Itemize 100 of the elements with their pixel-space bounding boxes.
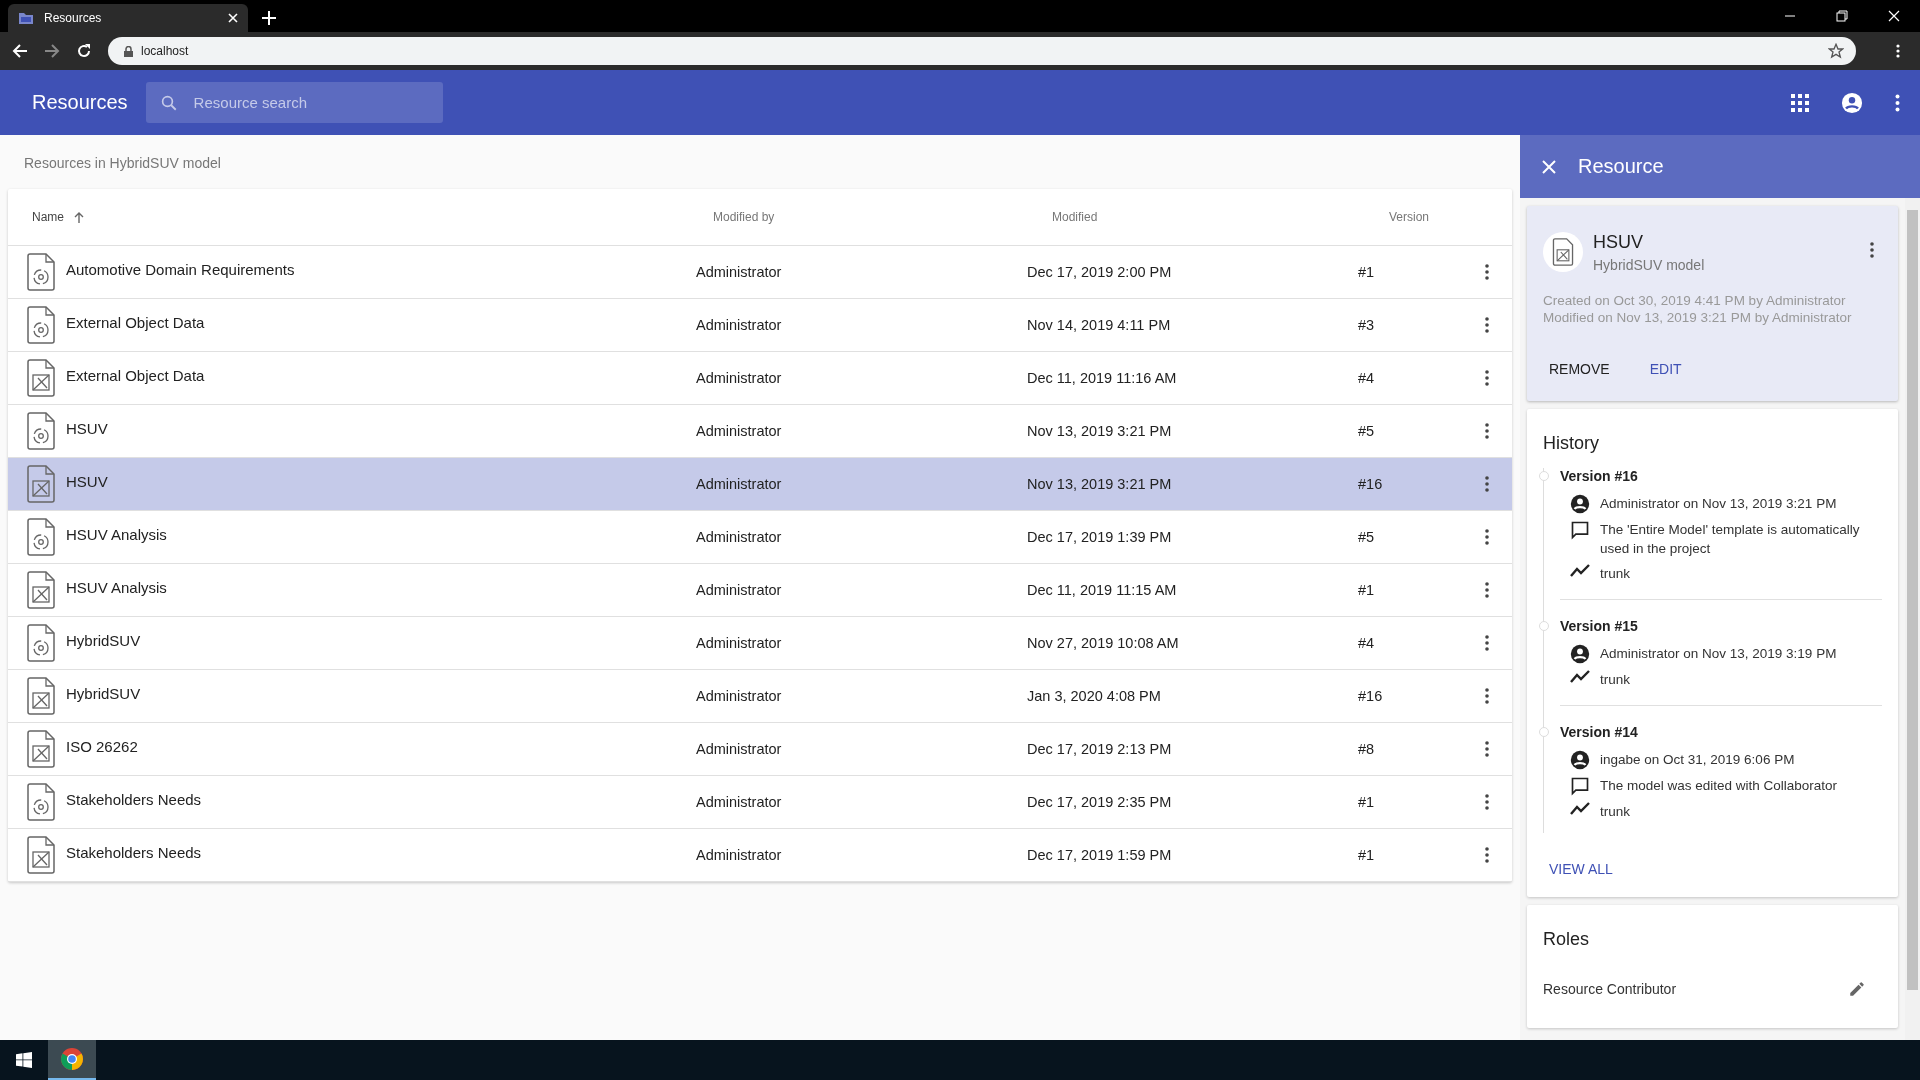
version-label: Version #14 <box>1560 724 1639 740</box>
created-info: Created on Oct 30, 2019 4:41 PM by Administrator <box>1543 293 1847 308</box>
account-icon[interactable] <box>1841 91 1863 114</box>
pencil-icon[interactable] <box>1848 980 1866 998</box>
more-icon[interactable] <box>1485 476 1489 492</box>
more-icon[interactable] <box>1896 44 1900 58</box>
close-icon[interactable] <box>1888 10 1900 22</box>
model-file-icon <box>26 624 56 662</box>
history-detail: The 'Entire Model' template is automatically used in the project <box>1600 521 1861 558</box>
forward-icon[interactable] <box>44 43 60 59</box>
column-header[interactable]: Version <box>1389 210 1430 224</box>
table-cell: Dec 17, 2019 2:13 PM <box>1027 741 1172 757</box>
browser-tab[interactable]: Resources <box>8 4 248 32</box>
table-row[interactable]: ISO 26262 Administrator Dec 17, 2019 2:13 PM #8 <box>8 723 1512 776</box>
more-icon[interactable] <box>1485 317 1489 333</box>
table-row[interactable]: HSUV Analysis Administrator Dec 11, 2019 11:15 AM #1 <box>8 564 1512 617</box>
search-icon <box>159 93 178 112</box>
resource-name: Automotive Domain Requirements <box>66 260 295 278</box>
history-detail: Administrator on Nov 13, 2019 3:19 PM <box>1600 645 1838 663</box>
more-icon[interactable] <box>1870 242 1874 258</box>
taskbar-app[interactable] <box>48 1040 96 1080</box>
table-row[interactable]: HybridSUV Administrator Nov 27, 2019 10:08 AM #4 <box>8 617 1512 670</box>
star-icon[interactable] <box>1828 43 1844 59</box>
view-all-button[interactable]: VIEW ALL <box>1541 855 1621 883</box>
model-file-icon <box>26 783 56 821</box>
resource-name: HSUV <box>66 419 108 437</box>
table-cell: #1 <box>1358 582 1375 598</box>
more-icon[interactable] <box>1485 529 1489 545</box>
resource-name: HSUV Analysis <box>66 578 167 596</box>
more-icon[interactable] <box>1485 635 1489 651</box>
back-icon[interactable] <box>12 43 28 59</box>
more-icon[interactable] <box>1485 688 1489 704</box>
more-icon[interactable] <box>1895 93 1900 112</box>
table-cell: Administrator <box>696 264 782 280</box>
close-icon[interactable] <box>228 13 238 23</box>
apps-grid-icon[interactable] <box>1791 93 1809 112</box>
table-cell: Nov 13, 2019 3:21 PM <box>1027 423 1172 439</box>
modified-info: Modified on Nov 13, 2019 3:21 PM by Administrator <box>1543 310 1853 325</box>
more-icon[interactable] <box>1485 582 1489 598</box>
resource-name: External Object Data <box>66 313 205 331</box>
table-row[interactable]: HybridSUV Administrator Jan 3, 2020 4:08 PM #16 <box>8 670 1512 723</box>
model-file-icon <box>26 253 56 291</box>
table-cell: Dec 17, 2019 2:00 PM <box>1027 264 1172 280</box>
diagram-file-icon <box>26 571 56 609</box>
resource-name: External Object Data <box>66 366 205 384</box>
version-label: Version #16 <box>1560 468 1639 484</box>
table-cell: #8 <box>1358 741 1375 757</box>
history-detail: trunk <box>1600 565 1631 583</box>
table-cell: Nov 27, 2019 10:08 AM <box>1027 635 1179 651</box>
table-row[interactable]: Stakeholders Needs Administrator Dec 17, 2019 1:59 PM #1 <box>8 829 1512 882</box>
resource-name: ISO 26262 <box>66 737 138 755</box>
diagram-file-icon <box>26 836 56 874</box>
reload-icon[interactable] <box>76 43 92 59</box>
role-name: Resource Contributor <box>1543 981 1677 997</box>
history-detail: trunk <box>1600 803 1631 821</box>
table-cell: #1 <box>1358 794 1375 810</box>
version-label: Version #15 <box>1560 618 1639 634</box>
url-text: localhost <box>141 44 189 58</box>
more-icon[interactable] <box>1485 741 1489 757</box>
table-row[interactable]: External Object Data Administrator Dec 11, 2019 11:16 AM #4 <box>8 352 1512 405</box>
remove-button[interactable]: REMOVE <box>1541 355 1618 383</box>
history-detail: Administrator on Nov 13, 2019 3:21 PM <box>1600 495 1838 513</box>
table-cell: #3 <box>1358 317 1375 333</box>
table-cell: Dec 11, 2019 11:15 AM <box>1027 582 1177 598</box>
address-bar[interactable]: localhost <box>108 37 1856 65</box>
trend-line-icon <box>1570 802 1590 816</box>
table-row[interactable]: Stakeholders Needs Administrator Dec 17, 2019 2:35 PM #1 <box>8 776 1512 829</box>
table-cell: Nov 14, 2019 4:11 PM <box>1027 317 1171 333</box>
windows-icon[interactable] <box>16 1052 32 1068</box>
table-cell: Administrator <box>696 582 782 598</box>
table-cell: Administrator <box>696 847 782 863</box>
column-header[interactable]: Modified by <box>713 210 775 224</box>
table-cell: Administrator <box>696 688 782 704</box>
table-row[interactable]: HSUV Analysis Administrator Dec 17, 2019 1:39 PM #5 <box>8 511 1512 564</box>
scrollbar[interactable] <box>1905 198 1920 1040</box>
more-icon[interactable] <box>1485 847 1489 863</box>
breadcrumb: Resources in HybridSUV model <box>23 154 222 173</box>
column-header[interactable]: Name <box>32 210 64 224</box>
resource-name: Stakeholders Needs <box>66 790 202 808</box>
account-icon <box>1570 750 1590 770</box>
comment-icon <box>1570 520 1590 540</box>
more-icon[interactable] <box>1485 423 1489 439</box>
search-field[interactable]: Resource search <box>191 93 429 112</box>
column-header[interactable]: Modified <box>1052 210 1098 224</box>
edit-button[interactable]: EDIT <box>1641 355 1690 383</box>
more-icon[interactable] <box>1485 794 1489 810</box>
diagram-file-icon <box>26 359 56 397</box>
model-file-icon <box>26 518 56 556</box>
table-cell: Jan 3, 2020 4:08 PM <box>1027 688 1161 704</box>
search-bar[interactable]: Resource search <box>145 82 443 123</box>
sort-arrow-icon[interactable] <box>74 211 84 223</box>
table-row[interactable]: External Object Data Administrator Nov 14, 2019 4:11 PM #3 <box>8 299 1512 352</box>
tab-title: Resources <box>44 11 103 25</box>
plus-icon[interactable] <box>262 11 276 25</box>
more-icon[interactable] <box>1485 264 1489 280</box>
table-row[interactable]: Automotive Domain Requirements Administrator Dec 17, 2019 2:00 PM #1 <box>8 246 1512 299</box>
more-icon[interactable] <box>1485 370 1489 386</box>
table-row[interactable]: HSUV Administrator Nov 13, 2019 3:21 PM #16 <box>8 458 1512 511</box>
restore-icon[interactable] <box>1836 10 1848 22</box>
panel-title: Resource <box>1578 155 1664 178</box>
